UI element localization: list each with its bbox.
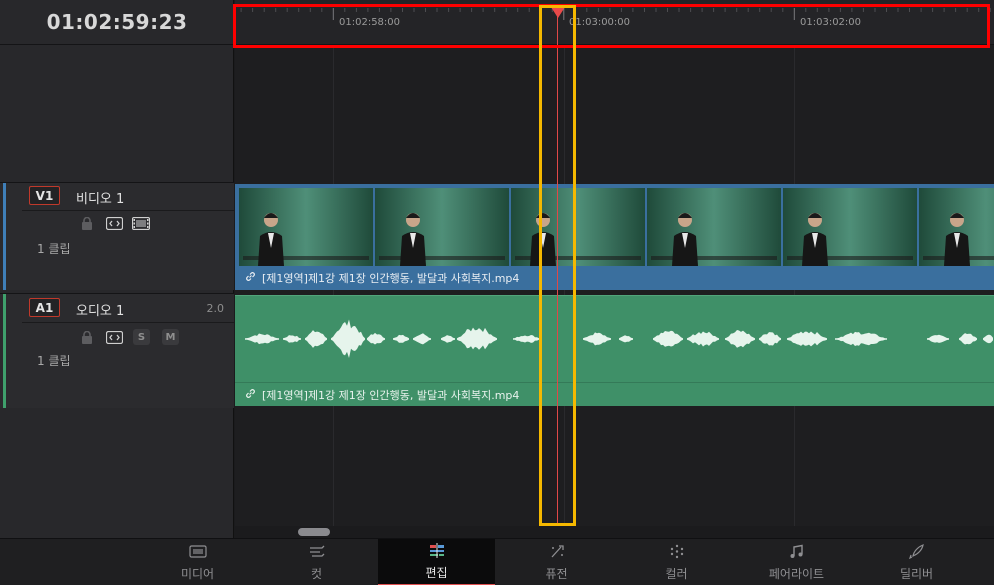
film-strip-icon[interactable] (132, 216, 150, 230)
waveform-segment (393, 334, 409, 343)
grid-line (333, 45, 334, 538)
solo-button[interactable]: S (133, 329, 150, 345)
timeline-area[interactable]: 01:02:58:00 01:03:00:00 01:03:02:00 [제1영… (235, 0, 994, 538)
waveform-segment (441, 335, 455, 343)
waveform-segment (583, 332, 611, 346)
grid-line (794, 45, 795, 538)
page-tab-label: 편집 (425, 565, 448, 580)
audio-track-name[interactable]: 오디오 1 (76, 300, 124, 319)
ruler-label: 01:03:02:00 (800, 17, 862, 28)
edit-icon (428, 542, 446, 561)
link-icon (245, 271, 256, 285)
waveform-segment (787, 331, 827, 347)
video-thumbnail (647, 188, 781, 266)
waveform-segment (331, 319, 365, 358)
page-tab-edit[interactable]: 편집 (378, 539, 495, 585)
lock-icon[interactable] (80, 216, 94, 230)
page-tab-fairlight[interactable]: 페어라이트 (738, 539, 855, 585)
audio-track-id-badge[interactable]: A1 (29, 298, 60, 317)
mute-button[interactable]: M (162, 329, 179, 345)
auto-track-select-icon[interactable] (106, 216, 123, 230)
video-track-name[interactable]: 비디오 1 (76, 188, 124, 207)
waveform-segment (983, 334, 993, 344)
waveform-segment (959, 333, 977, 345)
video-clip-thumbnails (239, 188, 994, 266)
video-thumbnail (511, 188, 645, 266)
audio-clip-separator (235, 382, 994, 383)
waveform-segment (283, 335, 301, 343)
timeline-scrollbar[interactable] (235, 526, 994, 538)
audio-track-clip-count: 1 클립 (37, 354, 71, 368)
waveform-segment (413, 333, 431, 345)
video-thumbnail (919, 188, 994, 266)
lock-icon[interactable] (80, 330, 94, 344)
audio-clip-filename: [제1영역]제1강 제1장 인간행동, 발달과 사회복지.mp4 (262, 389, 520, 402)
video-clip-label-bar: [제1영역]제1강 제1장 인간행동, 발달과 사회복지.mp4 (235, 266, 994, 290)
page-tab-label: 퓨전 (545, 566, 568, 581)
page-tab-deliver[interactable]: 딜리버 (858, 539, 975, 585)
waveform-segment (759, 332, 781, 346)
video-clip[interactable]: [제1영역]제1강 제1장 인간행동, 발달과 사회복지.mp4 (235, 184, 994, 290)
playhead-line[interactable] (557, 10, 558, 525)
video-track-id-badge[interactable]: V1 (29, 186, 60, 205)
cut-icon (308, 544, 326, 562)
waveform-segment (835, 331, 887, 346)
audio-clip-label-bar: [제1영역]제1강 제1장 인간행동, 발달과 사회복지.mp4 (235, 384, 994, 406)
audio-track-channel-level: 2.0 (206, 302, 225, 315)
fusion-icon (548, 544, 566, 562)
timeline-scrollbar-thumb[interactable] (298, 528, 330, 536)
ruler-label: 01:03:00:00 (569, 17, 631, 28)
page-tab-label: 딜리버 (899, 566, 934, 581)
waveform-segment (687, 331, 719, 347)
page-tab-label: 컬러 (665, 566, 688, 581)
video-track-clip-count: 1 클립 (37, 242, 71, 256)
page-tab-label: 페어라이트 (768, 566, 825, 581)
auto-track-select-icon[interactable] (106, 330, 123, 344)
timeline-ruler[interactable]: 01:02:58:00 01:03:00:00 01:03:02:00 (235, 0, 994, 45)
video-thumbnail (375, 188, 509, 266)
waveform-segment (725, 330, 755, 348)
video-track-color-strip (3, 183, 6, 290)
waveform-segment (245, 333, 279, 345)
page-tab-label: 컷 (310, 566, 323, 581)
current-timecode: 01:02:59:23 (46, 10, 188, 34)
waveform-segment (927, 334, 949, 343)
audio-waveform (245, 319, 993, 358)
audio-track-color-strip (3, 294, 6, 408)
link-icon (245, 388, 256, 402)
waveform-segment (367, 332, 385, 345)
video-track-header[interactable]: V1 비디오 1 1 클립 (0, 182, 234, 290)
grid-line (564, 45, 565, 538)
track-divider (22, 210, 234, 211)
video-thumbnail (783, 188, 917, 266)
audio-clip[interactable]: [제1영역]제1강 제1장 인간행동, 발달과 사회복지.mp4 (235, 295, 994, 406)
playhead-handle[interactable] (551, 7, 565, 18)
track-divider (22, 322, 234, 323)
color-icon (668, 544, 686, 562)
waveform-segment (513, 335, 541, 343)
page-tab-color[interactable]: 컬러 (618, 539, 735, 585)
page-tab-media[interactable]: 미디어 (139, 539, 256, 585)
fairlight-icon (788, 544, 806, 562)
waveform-segment (653, 330, 683, 347)
timecode-display[interactable]: 01:02:59:23 (0, 0, 234, 45)
deliver-icon (908, 543, 926, 562)
video-thumbnail (239, 188, 373, 266)
page-tab-fusion[interactable]: 퓨전 (498, 539, 615, 585)
ruler-label: 01:02:58:00 (339, 17, 401, 28)
media-icon (188, 544, 207, 562)
track-header-panel: 01:02:59:23 V1 비디오 1 1 클립 A1 오디오 1 2.0 S… (0, 0, 234, 538)
page-navigation-bar: 미디어 컷 편집 퓨전 컬러 페어라이트 딜리버 (0, 538, 994, 585)
waveform-segment (305, 330, 327, 348)
waveform-segment (457, 327, 497, 350)
page-tab-cut[interactable]: 컷 (258, 539, 375, 585)
page-tab-label: 미디어 (180, 566, 215, 581)
audio-track-header[interactable]: A1 오디오 1 2.0 S M 1 클립 (0, 293, 234, 408)
waveform-segment (619, 335, 633, 343)
video-clip-filename: [제1영역]제1강 제1장 인간행동, 발달과 사회복지.mp4 (262, 272, 520, 285)
